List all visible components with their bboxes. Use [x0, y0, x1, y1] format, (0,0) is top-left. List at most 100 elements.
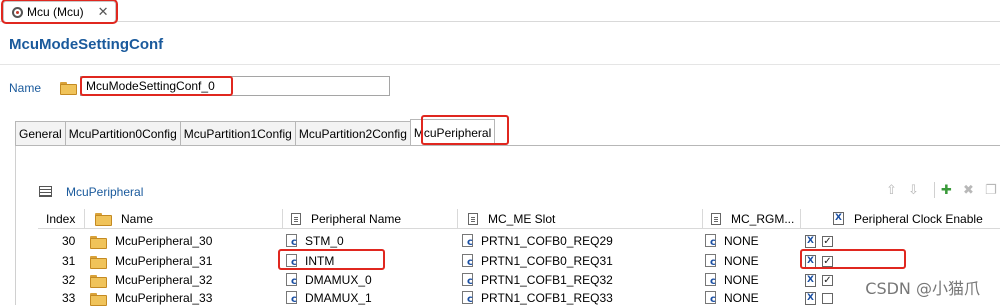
- folder-icon: [60, 82, 77, 95]
- col-peripheral-name[interactable]: Peripheral Name: [283, 209, 458, 229]
- row-slot: PRTN1_COFB1_REQ33: [481, 291, 613, 305]
- col-mc-rgm-label: MC_RGM...: [731, 211, 795, 226]
- boolean-param-icon: X: [805, 234, 816, 248]
- row-slot-cell[interactable]: PRTN1_COFB0_REQ31: [462, 251, 613, 271]
- tab-mcupartition0config[interactable]: McuPartition0Config: [64, 121, 181, 146]
- row-rgm-cell[interactable]: NONE: [705, 288, 759, 308]
- boolean-param-icon: X: [833, 212, 844, 225]
- tab-general[interactable]: General: [15, 121, 66, 146]
- row-peripheral-cell[interactable]: DMAMUX_1: [286, 288, 372, 308]
- row-name: McuPeripheral_32: [115, 273, 213, 287]
- folder-icon: [90, 274, 107, 288]
- table-row[interactable]: 32 McuPeripheral_32 DMAMUX_0 PRTN1_COFB1…: [38, 270, 1000, 290]
- row-peripheral-cell[interactable]: STM_0: [286, 231, 344, 251]
- enum-param-icon: [286, 234, 300, 248]
- highlight-box-clock: [800, 249, 906, 269]
- enum-param-icon: [705, 291, 719, 305]
- section-label: McuPeripheral: [66, 185, 144, 199]
- row-slot-cell[interactable]: PRTN1_COFB1_REQ33: [462, 288, 613, 308]
- col-mc-me-slot[interactable]: MC_ME Slot: [458, 209, 703, 229]
- enum-param-icon: [286, 273, 300, 287]
- editor-tab-mcu[interactable]: Mcu (Mcu) ✕: [1, 0, 118, 24]
- col-index[interactable]: Index: [38, 209, 85, 229]
- row-peripheral: DMAMUX_0: [305, 273, 372, 287]
- row-name-cell: McuPeripheral_32: [90, 270, 212, 290]
- row-slot-cell[interactable]: PRTN1_COFB0_REQ29: [462, 231, 613, 251]
- row-slot: PRTN1_COFB0_REQ31: [481, 254, 613, 268]
- row-rgm-cell[interactable]: NONE: [705, 251, 759, 271]
- enum-param-icon: [462, 254, 476, 268]
- row-clock-cell: X ✓: [805, 231, 833, 251]
- folder-icon: [90, 255, 107, 269]
- row-rgm: NONE: [724, 254, 759, 268]
- highlight-box-name: [80, 76, 233, 96]
- close-icon[interactable]: ✕: [98, 4, 109, 20]
- document-icon: [711, 212, 721, 225]
- delete-icon[interactable]: ✖: [963, 182, 974, 198]
- clock-enable-checkbox[interactable]: ✓: [822, 235, 833, 247]
- move-up-icon[interactable]: ⇧: [886, 182, 897, 198]
- toolbar-separator: [934, 182, 935, 198]
- copy-icon[interactable]: ❐: [985, 182, 997, 198]
- enum-param-icon: [705, 234, 719, 248]
- row-index: 30: [62, 234, 76, 248]
- row-clock-cell: X: [805, 288, 833, 308]
- add-icon[interactable]: ✚: [941, 182, 952, 198]
- table-header: Index Name Peripheral Name MC_ME Slot MC…: [38, 209, 1000, 229]
- row-rgm: NONE: [724, 234, 759, 248]
- col-mc-rgm[interactable]: MC_RGM...: [703, 209, 801, 229]
- row-rgm-cell[interactable]: NONE: [705, 270, 759, 290]
- clock-enable-checkbox[interactable]: ✓: [822, 274, 833, 286]
- document-icon: [291, 212, 301, 225]
- editor-tab-bar: Mcu (Mcu) ✕: [0, 0, 1000, 24]
- row-name: McuPeripheral_33: [115, 291, 213, 305]
- row-clock-cell: X ✓: [805, 270, 833, 290]
- enum-param-icon: [462, 291, 476, 305]
- col-peripheral-clock-enable[interactable]: X Peripheral Clock Enable: [801, 209, 1000, 229]
- row-name-cell: McuPeripheral_30: [90, 231, 212, 251]
- col-name[interactable]: Name: [85, 209, 283, 229]
- highlight-box-peripheral: [278, 249, 385, 270]
- row-peripheral: DMAMUX_1: [305, 291, 372, 305]
- folder-icon: [90, 235, 107, 249]
- row-slot-cell[interactable]: PRTN1_COFB1_REQ32: [462, 270, 613, 290]
- row-name: McuPeripheral_31: [115, 254, 213, 268]
- enum-param-icon: [705, 254, 719, 268]
- row-name-cell: McuPeripheral_33: [90, 288, 212, 308]
- page-title: McuModeSettingConf: [9, 36, 164, 53]
- move-down-icon[interactable]: ⇩: [908, 182, 919, 198]
- table-row[interactable]: 33 McuPeripheral_33 DMAMUX_1 PRTN1_COFB1…: [38, 288, 1000, 308]
- folder-icon: [95, 213, 112, 226]
- boolean-param-icon: X: [805, 291, 816, 305]
- tab-mcupartition1config[interactable]: McuPartition1Config: [179, 121, 296, 146]
- table-icon: [39, 186, 52, 197]
- col-name-label: Name: [121, 211, 154, 226]
- title-divider: [0, 64, 1000, 65]
- row-rgm: NONE: [724, 273, 759, 287]
- document-icon: [468, 212, 478, 225]
- row-index: 31: [62, 254, 76, 268]
- boolean-param-icon: X: [805, 273, 816, 287]
- name-label: Name: [9, 81, 42, 95]
- clock-enable-checkbox[interactable]: [822, 292, 833, 304]
- enum-param-icon: [462, 234, 476, 248]
- mcu-config-icon: [12, 6, 23, 18]
- row-index: 33: [62, 291, 76, 305]
- col-index-label: Index: [46, 211, 76, 226]
- row-slot: PRTN1_COFB0_REQ29: [481, 234, 613, 248]
- row-peripheral: STM_0: [305, 234, 344, 248]
- folder-icon: [90, 292, 107, 306]
- col-mc-me-slot-label: MC_ME Slot: [488, 211, 556, 226]
- row-name: McuPeripheral_30: [115, 234, 213, 248]
- tab-mcupartition2config[interactable]: McuPartition2Config: [294, 121, 411, 146]
- row-peripheral-cell[interactable]: DMAMUX_0: [286, 270, 372, 290]
- col-peripheral-clock-enable-label: Peripheral Clock Enable: [854, 211, 983, 226]
- editor-tab-label: Mcu (Mcu): [27, 5, 84, 19]
- enum-param-icon: [286, 291, 300, 305]
- row-rgm: NONE: [724, 291, 759, 305]
- col-peripheral-name-label: Peripheral Name: [311, 211, 402, 226]
- enum-param-icon: [462, 273, 476, 287]
- row-rgm-cell[interactable]: NONE: [705, 231, 759, 251]
- table-row[interactable]: 30 McuPeripheral_30 STM_0 PRTN1_COFB0_RE…: [38, 231, 1000, 251]
- row-slot: PRTN1_COFB1_REQ32: [481, 273, 613, 287]
